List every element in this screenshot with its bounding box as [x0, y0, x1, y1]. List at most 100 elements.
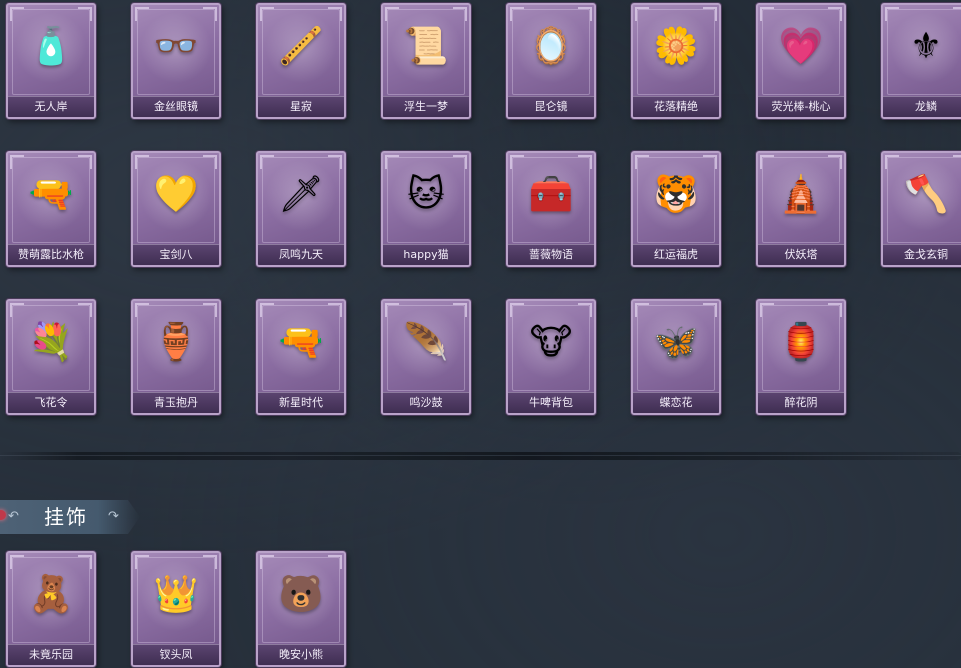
item-label: 宝剑八	[133, 244, 219, 265]
item-label: 星寂	[258, 96, 344, 117]
item-card[interactable]: 🏺 青玉抱丹	[131, 299, 221, 415]
golden-shovel-icon: ⚜	[909, 26, 943, 67]
section-header-pendants: ↶ 挂饰 ↷	[0, 500, 140, 534]
jeweled-lantern-icon: 🏮	[778, 322, 824, 363]
item-card[interactable]: 🐻 晚安小熊	[256, 551, 346, 667]
card-corner-ornament	[703, 303, 717, 317]
card-corner-ornament	[328, 303, 342, 317]
item-label: 红运福虎	[633, 244, 719, 265]
item-label: 花落精绝	[633, 96, 719, 117]
item-card[interactable]: 🗡 凤鸣九天	[256, 151, 346, 267]
item-card[interactable]: 🧰 蔷薇物语	[506, 151, 596, 267]
card-corner-ornament	[385, 155, 399, 169]
item-card[interactable]: 🪶 鸣沙鼓	[381, 299, 471, 415]
heart-wand-icon: 💗	[778, 26, 824, 67]
card-corner-ornament	[953, 7, 961, 21]
bronze-axe-icon: 🪓	[903, 174, 949, 215]
jade-vase-icon: 🏺	[153, 322, 199, 363]
card-corner-ornament	[78, 303, 92, 317]
item-label: 晚安小熊	[258, 644, 344, 665]
card-corner-ornament	[78, 155, 92, 169]
item-card[interactable]: 🧸 未竟乐园	[6, 551, 96, 667]
card-corner-ornament	[578, 7, 592, 21]
card-corner-ornament	[953, 155, 961, 169]
card-corner-ornament	[135, 303, 149, 317]
pagoda-icon: 🛕	[778, 174, 824, 215]
item-card[interactable]: 👑 钗头凤	[131, 551, 221, 667]
item-card[interactable]: 🏮 醉花阴	[756, 299, 846, 415]
card-corner-ornament	[828, 303, 842, 317]
card-corner-ornament	[453, 155, 467, 169]
card-corner-ornament	[703, 7, 717, 21]
item-card[interactable]: 📜 浮生一梦	[381, 3, 471, 119]
card-corner-ornament	[10, 155, 24, 169]
card-corner-ornament	[760, 155, 774, 169]
card-corner-ornament	[760, 7, 774, 21]
item-card[interactable]: 🛕 伏妖塔	[756, 151, 846, 267]
revolver-icon: 🔫	[278, 322, 324, 363]
card-corner-ornament	[453, 303, 467, 317]
water-gun-icon: 🔫	[28, 174, 74, 215]
perfume-bottle-icon: 🧴	[28, 26, 74, 67]
item-label: 昆仑镜	[508, 96, 594, 117]
card-corner-ornament	[203, 303, 217, 317]
card-corner-ornament	[385, 7, 399, 21]
card-corner-ornament	[10, 555, 24, 569]
item-label: 牛啤背包	[508, 392, 594, 413]
item-card[interactable]: 🪓 金戈玄铜	[881, 151, 961, 267]
item-label: 凤鸣九天	[258, 244, 344, 265]
item-card[interactable]: 👓 金丝眼镜	[131, 3, 221, 119]
dreamcatcher-icon: 🪶	[403, 322, 449, 363]
card-corner-ornament	[635, 303, 649, 317]
item-label: 飞花令	[8, 392, 94, 413]
card-corner-ornament	[203, 7, 217, 21]
card-corner-ornament	[635, 7, 649, 21]
card-corner-ornament	[260, 7, 274, 21]
card-corner-ornament	[510, 155, 524, 169]
card-corner-ornament	[510, 303, 524, 317]
red-blade-icon: 🗡	[278, 174, 324, 215]
item-label: 醉花阴	[758, 392, 844, 413]
item-card[interactable]: 💐 飞花令	[6, 299, 96, 415]
item-card[interactable]: ⚜ 龙鳞	[881, 3, 961, 119]
item-label: 金戈玄铜	[883, 244, 961, 265]
item-card[interactable]: 🔫 新星时代	[256, 299, 346, 415]
card-corner-ornament	[703, 155, 717, 169]
phoenix-crown-icon: 👑	[153, 574, 199, 615]
item-card[interactable]: 🧴 无人岸	[6, 3, 96, 119]
card-corner-ornament	[78, 7, 92, 21]
red-case-icon: 🧰	[528, 174, 574, 215]
item-label: 青玉抱丹	[133, 392, 219, 413]
item-card[interactable]: 🔫 赞萌露比水枪	[6, 151, 96, 267]
item-card[interactable]: 🐱 happy猫	[381, 151, 471, 267]
tiger-icon: 🐯	[653, 174, 699, 215]
item-label: 蝶恋花	[633, 392, 719, 413]
card-corner-ornament	[10, 7, 24, 21]
item-label: 赞萌露比水枪	[8, 244, 94, 265]
flower-pendant-icon: 🌼	[653, 26, 699, 67]
item-label: 蔷薇物语	[508, 244, 594, 265]
item-card[interactable]: 🦋 蝶恋花	[631, 299, 721, 415]
item-label: 鸣沙鼓	[383, 392, 469, 413]
swirl-ornament-icon: ↶	[8, 509, 19, 524]
card-corner-ornament	[135, 7, 149, 21]
scroll-icon: 📜	[403, 26, 449, 67]
card-corner-ornament	[885, 7, 899, 21]
card-corner-ornament	[328, 155, 342, 169]
red-gem-icon	[0, 510, 6, 520]
item-card[interactable]: 🐮 牛啤背包	[506, 299, 596, 415]
swirl-ornament-icon: ↷	[108, 509, 119, 524]
item-card[interactable]: 💛 宝剑八	[131, 151, 221, 267]
item-card[interactable]: 🪈 星寂	[256, 3, 346, 119]
card-corner-ornament	[453, 7, 467, 21]
card-corner-ornament	[135, 555, 149, 569]
mirror-icon: 🪞	[528, 26, 574, 67]
item-card[interactable]: 🐯 红运福虎	[631, 151, 721, 267]
item-card[interactable]: 💗 荧光棒-桃心	[756, 3, 846, 119]
section-title: 挂饰	[44, 505, 88, 529]
card-corner-ornament	[328, 555, 342, 569]
item-card[interactable]: 🌼 花落精绝	[631, 3, 721, 119]
item-card[interactable]: 🪞 昆仑镜	[506, 3, 596, 119]
card-corner-ornament	[828, 7, 842, 21]
card-corner-ornament	[510, 7, 524, 21]
